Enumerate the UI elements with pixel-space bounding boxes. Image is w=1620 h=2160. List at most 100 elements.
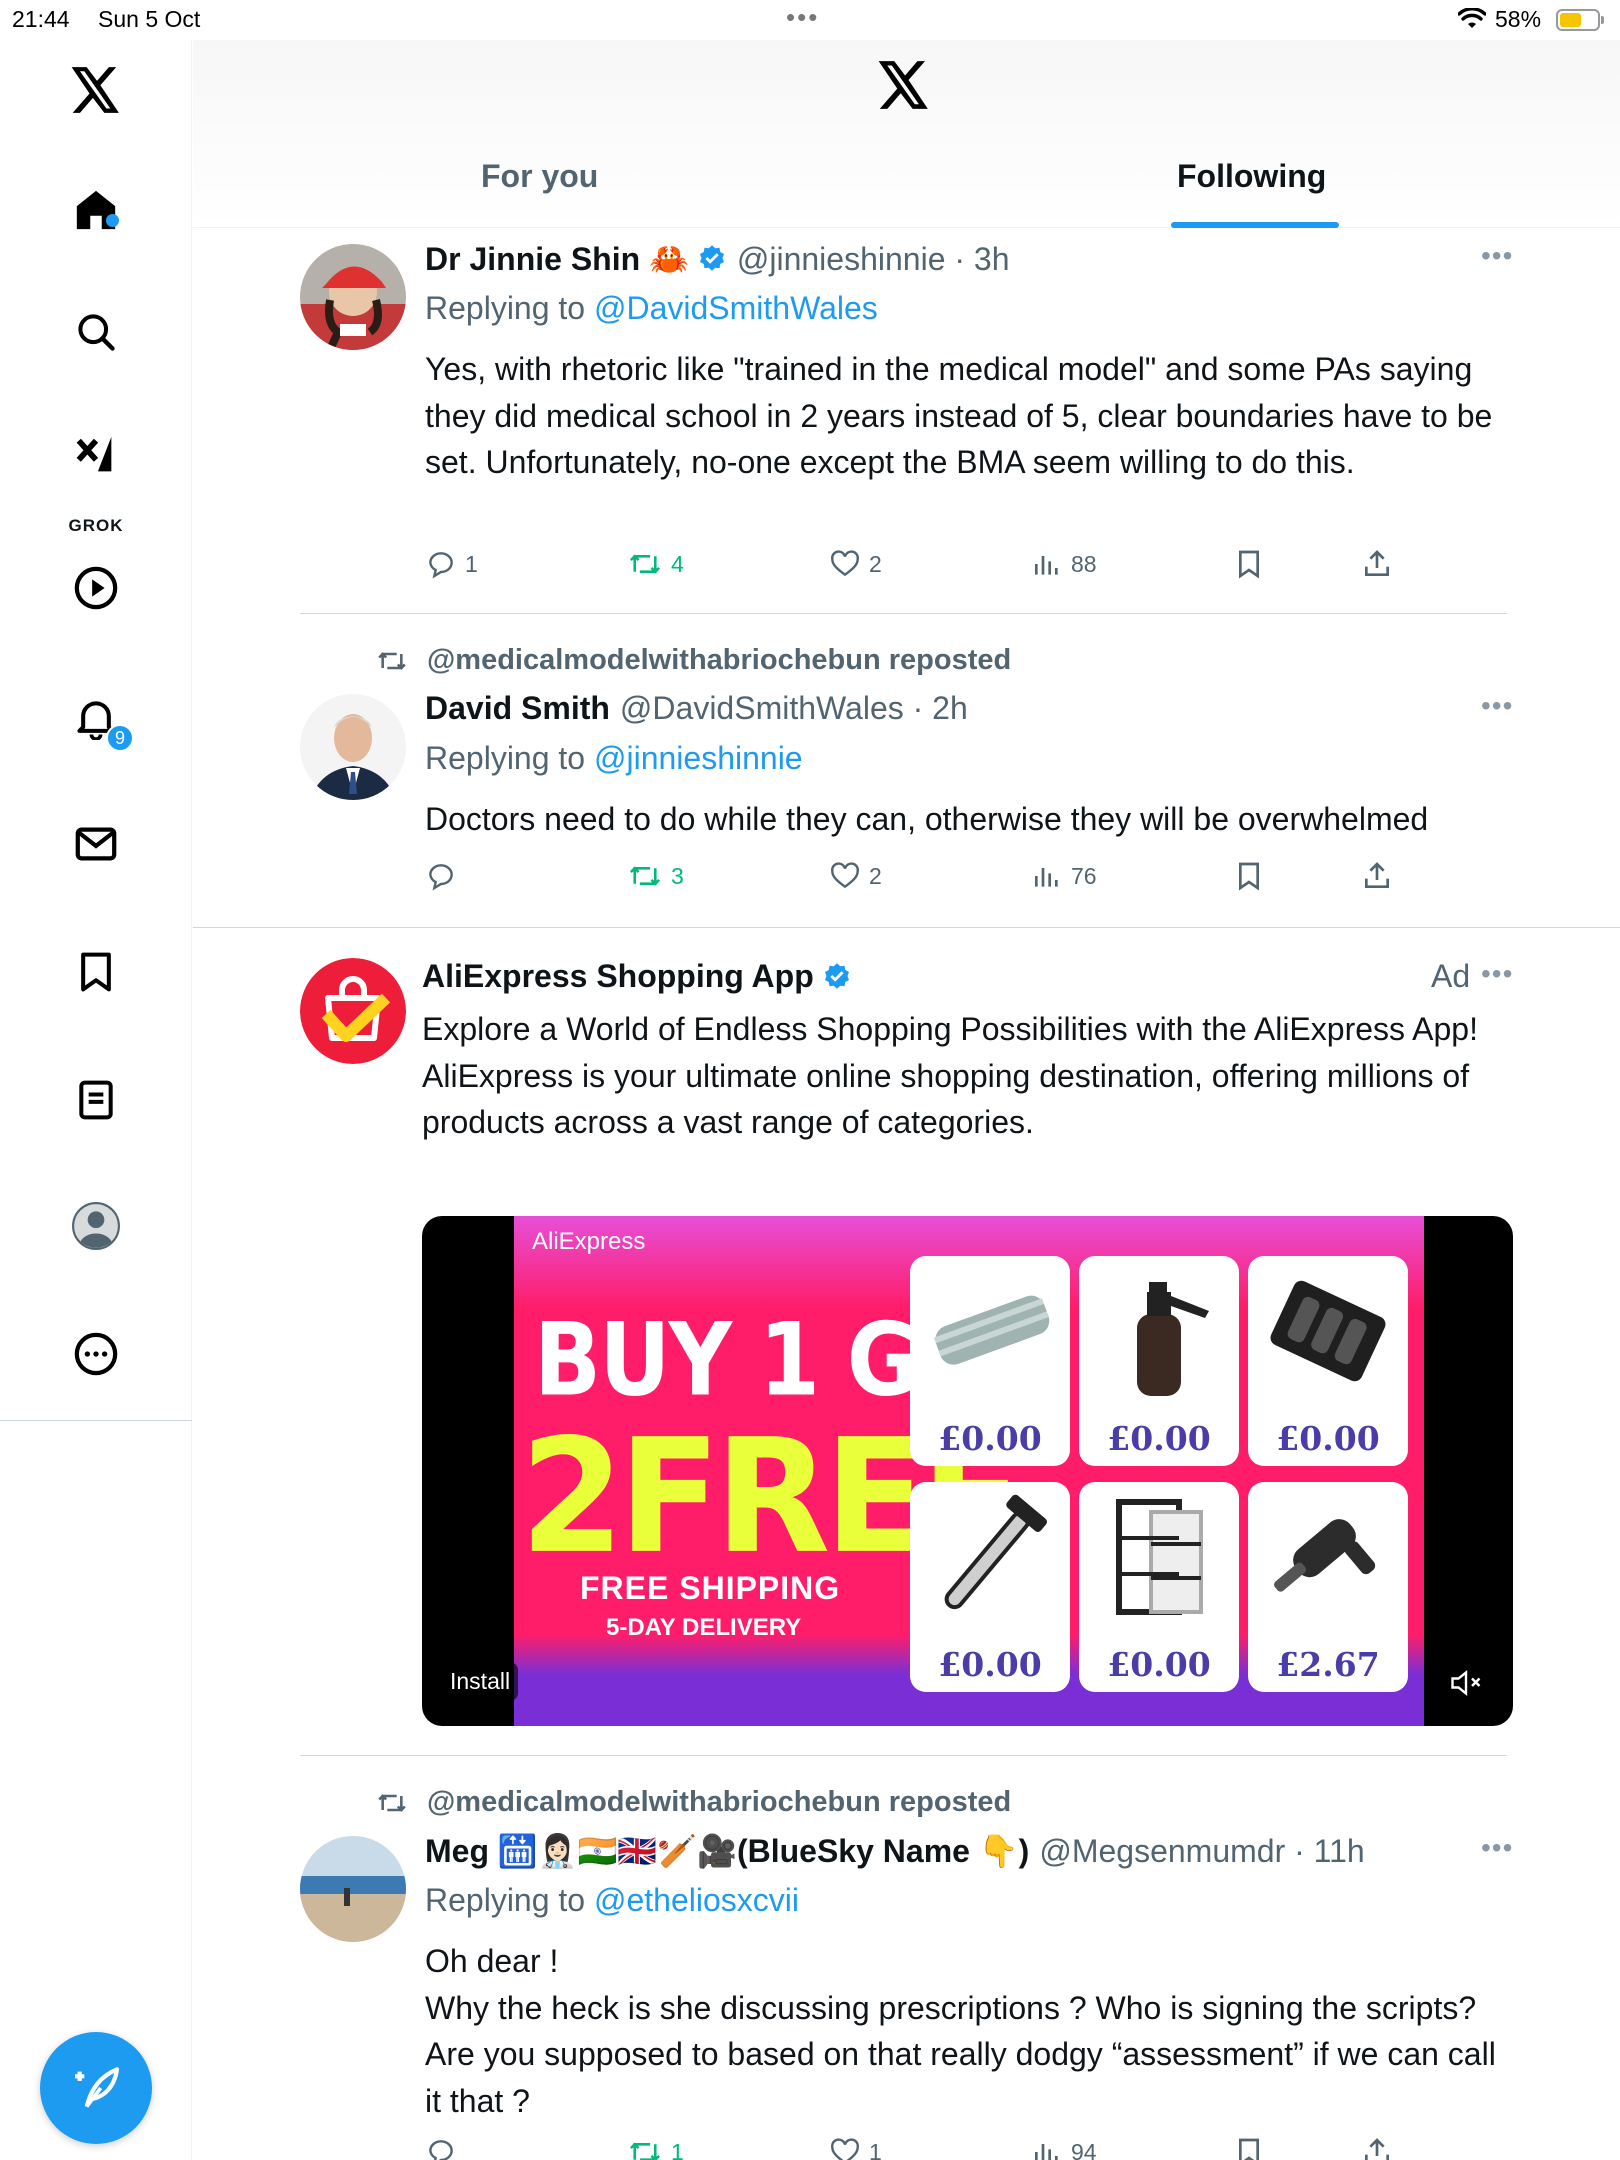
ad-text-line: Explore a World of Endless Shopping Poss…: [422, 1011, 1478, 1047]
grok-label: GROK: [68, 516, 124, 535]
product-price: £0.00: [1276, 1419, 1380, 1458]
promoted-tweet[interactable]: AliExpress Shopping App Ad ••• Explore a…: [193, 928, 1620, 1756]
video-icon[interactable]: [66, 558, 126, 618]
share-button[interactable]: [1361, 548, 1401, 580]
author-handle-time[interactable]: @Megsenmumdr · 11h: [1039, 1833, 1364, 1870]
bookmark-icon: [1239, 862, 1259, 891]
repost-icon: [629, 2142, 661, 2160]
bookmark-button[interactable]: [1233, 860, 1273, 892]
verified-badge-icon: [824, 962, 849, 989]
reply-icon: [429, 864, 453, 891]
replying-to: Replying to @etheliosxcvii: [425, 1882, 799, 1919]
heart-icon: [831, 2138, 859, 2160]
author-handle-time[interactable]: @DavidSmithWales · 2h: [620, 690, 968, 727]
more-options-circle-icon[interactable]: [66, 1324, 126, 1384]
repost-icon: [378, 1793, 406, 1812]
reply-mention-link[interactable]: @DavidSmithWales: [594, 290, 878, 326]
reply-button[interactable]: [425, 860, 465, 892]
repost-icon: [629, 866, 661, 886]
wifi-icon: [1457, 7, 1487, 35]
views-button[interactable]: 76: [1031, 860, 1097, 892]
reply-mention-link[interactable]: @etheliosxcvii: [594, 1882, 799, 1918]
author-name[interactable]: Dr Jinnie Shin 🦀: [425, 240, 689, 278]
repost-button[interactable]: 4: [627, 548, 684, 580]
tab-following[interactable]: Following: [1177, 158, 1326, 195]
views-button[interactable]: 94: [1031, 2136, 1097, 2160]
like-count: 1: [869, 2138, 882, 2160]
avatar[interactable]: [300, 244, 406, 350]
product-price: £0.00: [938, 1645, 1042, 1684]
messages-envelope-icon[interactable]: [66, 814, 126, 874]
tweet-more-icon[interactable]: •••: [1481, 240, 1513, 272]
reply-button[interactable]: 1: [425, 548, 478, 580]
status-time: 21:44: [12, 6, 70, 32]
ad-label: Ad: [1431, 958, 1471, 994]
status-date: Sun 5 Oct: [98, 6, 201, 32]
x-logo-icon[interactable]: [66, 60, 126, 120]
view-count: 94: [1071, 2138, 1097, 2160]
reposted-by-label[interactable]: @medicalmodelwithabriochebun reposted: [427, 644, 1011, 677]
replying-to-label: Replying to: [425, 1882, 586, 1918]
tweet-more-icon[interactable]: •••: [1481, 690, 1513, 722]
bookmarks-icon[interactable]: [66, 942, 126, 1002]
search-icon[interactable]: [66, 302, 126, 362]
tweet-more-icon[interactable]: •••: [1481, 1832, 1513, 1864]
bookmark-button[interactable]: [1233, 2136, 1273, 2160]
tweet-more-icon[interactable]: •••: [1481, 958, 1513, 990]
tweet-text-line: Oh dear !: [425, 1943, 559, 1979]
battery-percent: 58%: [1495, 6, 1542, 32]
lists-icon[interactable]: [66, 1070, 126, 1130]
tab-for-you[interactable]: For you: [481, 158, 598, 195]
reply-mention-link[interactable]: @jinnieshinnie: [594, 740, 803, 776]
grok-icon[interactable]: [66, 426, 126, 486]
product-card: £0.00: [1079, 1256, 1239, 1466]
like-button[interactable]: 1: [829, 2136, 882, 2160]
repost-icon: [378, 651, 406, 670]
view-count: 76: [1071, 862, 1097, 889]
view-count: 88: [1071, 550, 1097, 577]
like-button[interactable]: 2: [829, 860, 882, 892]
reposted-by-label[interactable]: @medicalmodelwithabriochebun reposted: [427, 1786, 1011, 1819]
like-button[interactable]: 2: [829, 548, 882, 580]
repost-icon: [629, 554, 661, 574]
replying-to: Replying to @DavidSmithWales: [425, 290, 878, 327]
ad-media-video[interactable]: AliExpress BUY 1 GET 2FREE FREE SHIPPING…: [422, 1216, 1513, 1726]
ad-delivery: 5-DAY DELIVERY: [606, 1614, 802, 1641]
x-logo-icon[interactable]: [878, 60, 930, 115]
author-handle-time[interactable]: @jinnieshinnie · 3h: [737, 241, 1010, 278]
home-icon[interactable]: [66, 180, 126, 240]
install-button[interactable]: Install: [442, 1662, 519, 1701]
sidebar: GROK 9: [0, 40, 192, 2160]
compose-feather-icon: [75, 2067, 120, 2108]
avatar[interactable]: [300, 694, 406, 800]
compose-post-button[interactable]: [40, 2032, 152, 2144]
multitasking-dots[interactable]: •••: [786, 2, 819, 33]
author-name[interactable]: David Smith: [425, 690, 610, 727]
repost-button[interactable]: 1: [627, 2136, 684, 2160]
author-name[interactable]: Meg 🛗👩🏻‍⚕️🇮🇳🇬🇧🏏🎥(BlueSky Name 👇): [425, 1832, 1029, 1870]
bookmark-button[interactable]: [1233, 548, 1273, 580]
product-card: £0.00: [910, 1256, 1070, 1466]
mute-icon[interactable]: [1448, 1668, 1484, 1703]
tweet[interactable]: @medicalmodelwithabriochebun reposted Me…: [193, 1756, 1620, 2160]
sidebar-divider: [0, 1420, 192, 1421]
share-button[interactable]: [1361, 2136, 1401, 2160]
tweet[interactable]: @medicalmodelwithabriochebun reposted Da…: [193, 614, 1620, 928]
home-unread-dot: [106, 214, 119, 227]
tweet[interactable]: Dr Jinnie Shin 🦀 @jinnieshinnie · 3h •••…: [193, 228, 1620, 614]
views-button[interactable]: 88: [1031, 548, 1097, 580]
ad-shipping: FREE SHIPPING: [580, 1570, 841, 1606]
ad-creative: AliExpress BUY 1 GET 2FREE FREE SHIPPING…: [514, 1216, 1424, 1726]
advertiser-name[interactable]: AliExpress Shopping App: [422, 958, 814, 995]
reposted-by: @medicalmodelwithabriochebun reposted: [375, 644, 1011, 677]
repost-button[interactable]: 3: [627, 860, 684, 892]
reply-button[interactable]: [425, 2136, 465, 2160]
repost-count: 3: [671, 862, 684, 889]
profile-avatar-icon[interactable]: [66, 1196, 126, 1256]
share-button[interactable]: [1361, 860, 1401, 892]
advertiser-avatar[interactable]: [300, 958, 406, 1064]
avatar[interactable]: [300, 1836, 406, 1942]
tweet-text: Doctors need to do while they can, other…: [425, 801, 1429, 837]
heart-icon: [831, 550, 859, 577]
product-image: [933, 1295, 1050, 1365]
